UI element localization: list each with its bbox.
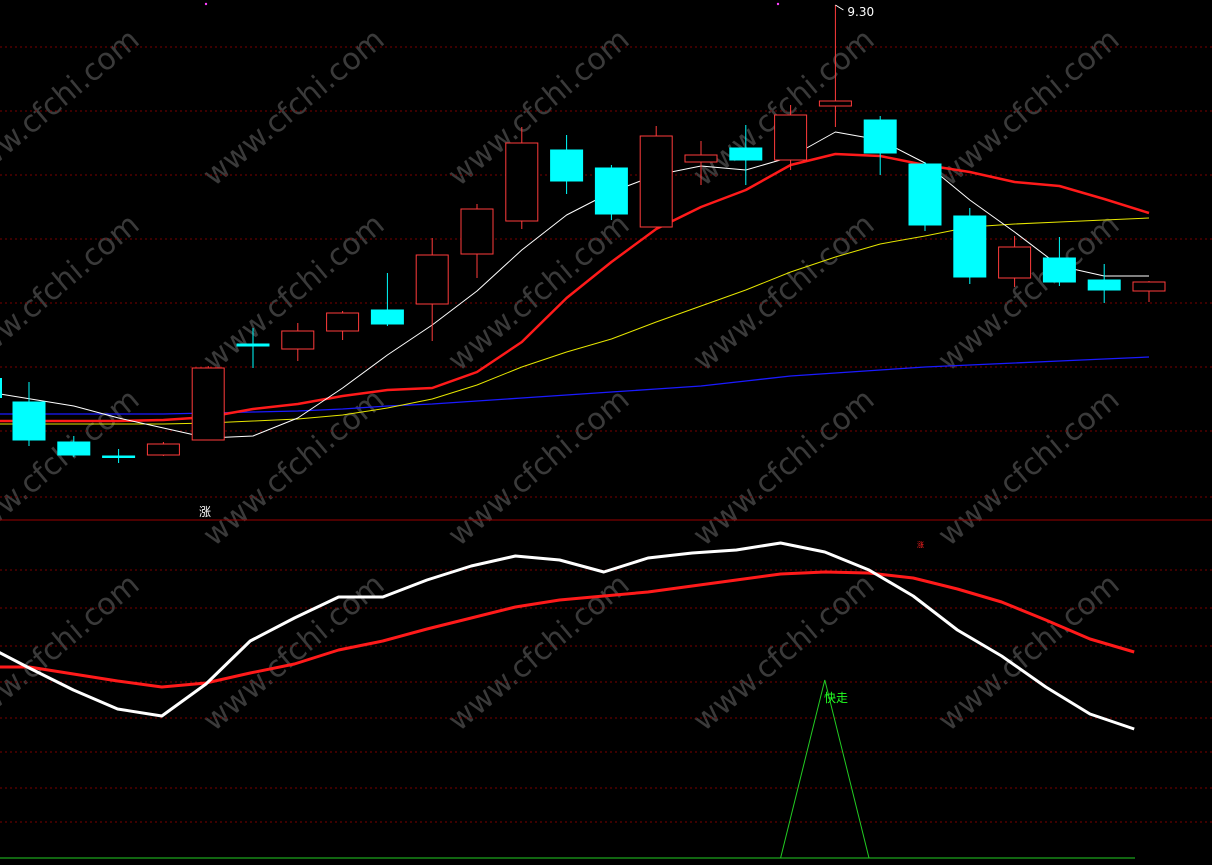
candle bbox=[1087, 264, 1121, 303]
candle bbox=[774, 105, 808, 170]
candle-body bbox=[863, 119, 897, 154]
candle bbox=[594, 165, 628, 220]
top-marker bbox=[204, 2, 208, 6]
candle bbox=[550, 135, 584, 194]
candlestick-chart[interactable]: www.cfchi.com www.cfchi.com www.cfchi.com w… bbox=[0, 0, 1212, 865]
watermark-text: www.cfchi.com bbox=[932, 567, 1127, 738]
candle-body bbox=[281, 330, 315, 350]
zhang-signal-label: 涨 bbox=[199, 504, 211, 519]
high-label-pointer bbox=[835, 4, 844, 11]
candle bbox=[639, 126, 673, 228]
watermark-text: www.cfchi.com bbox=[932, 22, 1127, 193]
candle-body bbox=[1132, 281, 1166, 292]
watermark-text: www.cfchi.com bbox=[197, 207, 392, 378]
candle bbox=[326, 311, 360, 340]
signal-label: 快走 bbox=[824, 691, 848, 705]
signal-spike bbox=[780, 679, 870, 859]
top-marker bbox=[776, 2, 780, 6]
candle-body bbox=[370, 309, 404, 325]
watermark-text: www.cfchi.com bbox=[0, 207, 146, 378]
candle bbox=[415, 238, 449, 341]
watermark-text: www.cfchi.com bbox=[442, 567, 637, 738]
candle-body bbox=[729, 147, 763, 161]
candle-body bbox=[774, 114, 808, 161]
candle bbox=[908, 162, 942, 231]
candle-body bbox=[594, 167, 628, 215]
candle bbox=[460, 204, 494, 278]
watermark-text: www.cfchi.com bbox=[687, 382, 882, 553]
watermark-text: www.cfchi.com bbox=[687, 207, 882, 378]
high-price-label: 9.30 bbox=[847, 5, 874, 19]
watermark-text: www.cfchi.com bbox=[687, 567, 882, 738]
candle-body bbox=[908, 163, 942, 226]
candle bbox=[863, 116, 897, 175]
candle-body bbox=[505, 142, 539, 222]
candle-body bbox=[1087, 279, 1121, 291]
candle-body bbox=[998, 246, 1032, 279]
watermark-text: www.cfchi.com bbox=[197, 22, 392, 193]
candle-body bbox=[57, 441, 91, 456]
candle bbox=[370, 273, 404, 326]
candle bbox=[281, 323, 315, 361]
candle-body bbox=[1042, 257, 1076, 283]
candle-body bbox=[191, 367, 225, 441]
candle bbox=[102, 449, 136, 463]
indicator-small-mark: 涨 bbox=[917, 540, 924, 549]
candle-body bbox=[639, 135, 673, 228]
grid-lines bbox=[0, 46, 1212, 823]
candle-body bbox=[550, 149, 584, 182]
candle-body bbox=[236, 343, 270, 347]
watermark-text: www.cfchi.com bbox=[0, 567, 146, 738]
watermark-text: www.cfchi.com bbox=[197, 567, 392, 738]
watermark-text: www.cfchi.com bbox=[0, 22, 146, 193]
watermark-text: www.cfchi.com bbox=[932, 382, 1127, 553]
candle-body bbox=[460, 208, 494, 255]
candle bbox=[953, 208, 987, 284]
candle-body bbox=[818, 100, 852, 107]
candle bbox=[146, 442, 180, 456]
candle bbox=[191, 366, 225, 441]
ma-mid-line bbox=[0, 152, 1150, 423]
candle-body bbox=[953, 215, 987, 278]
stock-chart-screen: www.cfchi.com www.cfchi.com www.cfchi.com w… bbox=[0, 0, 1212, 865]
candle-body bbox=[12, 401, 46, 441]
candle-body bbox=[684, 154, 718, 163]
watermark-text: www.cfchi.com bbox=[442, 382, 637, 553]
candle-body bbox=[102, 455, 136, 458]
candle-body bbox=[326, 312, 360, 332]
ma-long-line bbox=[0, 356, 1150, 415]
candle-body bbox=[146, 443, 180, 456]
candle-body bbox=[415, 254, 449, 305]
candle bbox=[12, 382, 46, 446]
candle bbox=[1132, 281, 1166, 302]
